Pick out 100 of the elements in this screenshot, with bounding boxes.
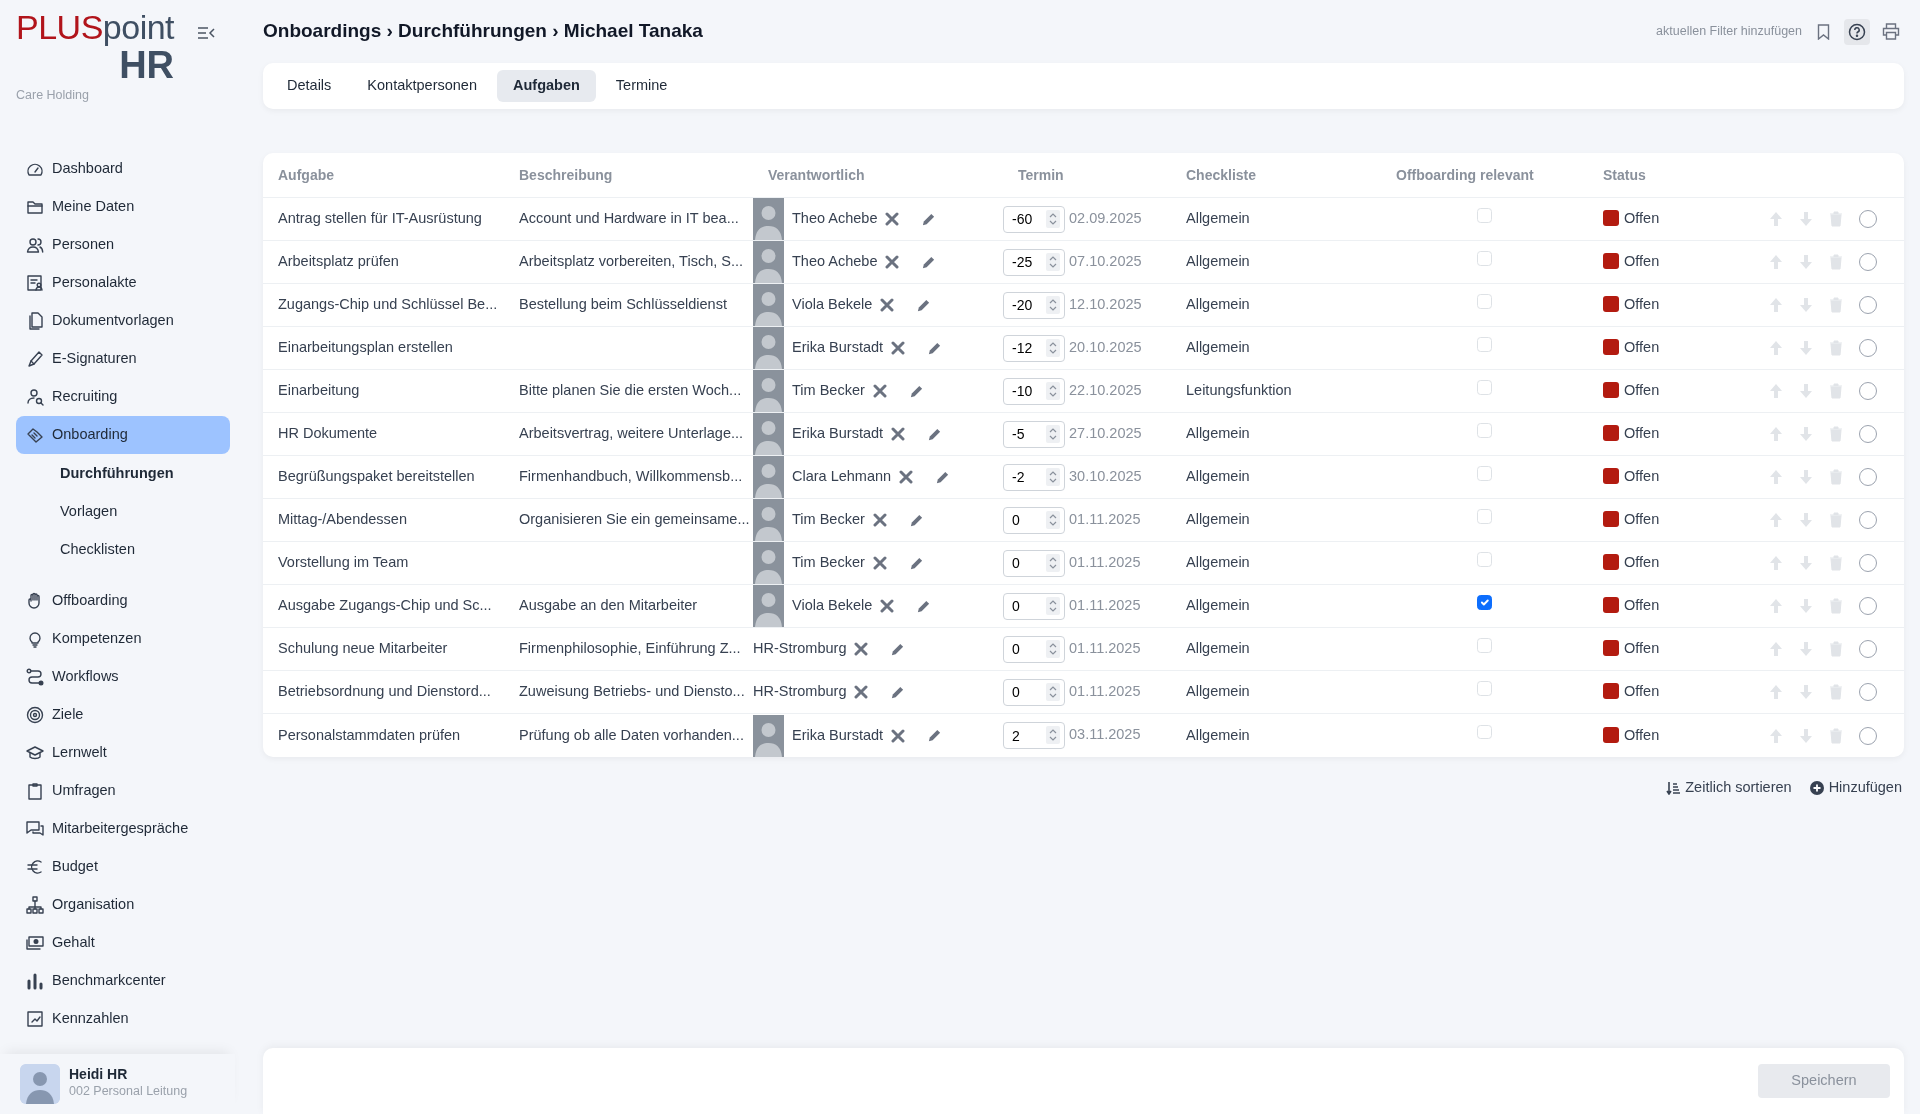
move-up-icon[interactable] bbox=[1769, 426, 1783, 443]
move-up-icon[interactable] bbox=[1769, 211, 1783, 228]
tab[interactable]: Termine bbox=[599, 70, 684, 102]
delete-icon[interactable] bbox=[1829, 297, 1843, 314]
move-down-icon[interactable] bbox=[1799, 598, 1813, 615]
pencil-icon[interactable] bbox=[908, 383, 924, 399]
move-up-icon[interactable] bbox=[1769, 641, 1783, 658]
move-down-icon[interactable] bbox=[1799, 512, 1813, 529]
row-radio[interactable] bbox=[1859, 554, 1877, 573]
move-up-icon[interactable] bbox=[1769, 383, 1783, 400]
sidebar-item[interactable]: Workflows bbox=[16, 658, 230, 696]
move-up-icon[interactable] bbox=[1769, 555, 1783, 572]
pencil-icon[interactable] bbox=[908, 512, 924, 528]
remove-icon[interactable] bbox=[891, 427, 906, 442]
pencil-icon[interactable] bbox=[921, 211, 937, 227]
remove-icon[interactable] bbox=[885, 255, 900, 270]
sidebar-item[interactable]: E-Signaturen bbox=[16, 340, 230, 378]
remove-icon[interactable] bbox=[872, 384, 887, 399]
sidebar-item[interactable]: Budget bbox=[16, 848, 230, 886]
move-up-icon[interactable] bbox=[1769, 297, 1783, 314]
sidebar-item[interactable]: Dokumentvorlagen bbox=[16, 302, 230, 340]
pencil-icon[interactable] bbox=[890, 641, 906, 657]
sidebar-item[interactable]: Onboarding bbox=[16, 416, 230, 454]
user-avatar[interactable] bbox=[20, 1064, 60, 1104]
move-down-icon[interactable] bbox=[1799, 641, 1813, 658]
remove-icon[interactable] bbox=[880, 298, 895, 313]
row-radio[interactable] bbox=[1859, 425, 1877, 444]
move-up-icon[interactable] bbox=[1769, 598, 1783, 615]
row-radio[interactable] bbox=[1859, 468, 1877, 487]
row-radio[interactable] bbox=[1859, 683, 1877, 702]
delete-icon[interactable] bbox=[1829, 211, 1843, 228]
sidebar-item[interactable]: Ziele bbox=[16, 696, 230, 734]
remove-icon[interactable] bbox=[854, 685, 869, 700]
sidebar-item[interactable]: Lernwelt bbox=[16, 734, 230, 772]
sidebar-item[interactable]: Personalakte bbox=[16, 264, 230, 302]
move-down-icon[interactable] bbox=[1799, 254, 1813, 271]
delete-icon[interactable] bbox=[1829, 641, 1843, 658]
remove-icon[interactable] bbox=[872, 556, 887, 571]
sidebar-item[interactable]: Recruiting bbox=[16, 378, 230, 416]
sidebar-item[interactable]: Kompetenzen bbox=[16, 620, 230, 658]
sidebar-item[interactable]: Offboarding bbox=[16, 582, 230, 620]
move-down-icon[interactable] bbox=[1799, 383, 1813, 400]
move-up-icon[interactable] bbox=[1769, 512, 1783, 529]
delete-icon[interactable] bbox=[1829, 684, 1843, 701]
delete-icon[interactable] bbox=[1829, 254, 1843, 271]
delete-icon[interactable] bbox=[1829, 383, 1843, 400]
spinner-icon[interactable] bbox=[1046, 726, 1060, 744]
row-radio[interactable] bbox=[1859, 296, 1877, 315]
sidebar-subitem[interactable]: Vorlagen bbox=[16, 492, 230, 530]
offboarding-checkbox[interactable] bbox=[1477, 595, 1492, 610]
remove-icon[interactable] bbox=[891, 341, 906, 356]
remove-icon[interactable] bbox=[872, 513, 887, 528]
move-down-icon[interactable] bbox=[1799, 684, 1813, 701]
delete-icon[interactable] bbox=[1829, 555, 1843, 572]
sidebar-item[interactable]: Umfragen bbox=[16, 772, 230, 810]
remove-icon[interactable] bbox=[880, 599, 895, 614]
move-down-icon[interactable] bbox=[1799, 426, 1813, 443]
sidebar-item[interactable]: Meine Daten bbox=[16, 188, 230, 226]
delete-icon[interactable] bbox=[1829, 426, 1843, 443]
row-radio[interactable] bbox=[1859, 511, 1877, 530]
sidebar-item[interactable]: Personen bbox=[16, 226, 230, 264]
move-down-icon[interactable] bbox=[1799, 555, 1813, 572]
row-radio[interactable] bbox=[1859, 210, 1877, 229]
move-down-icon[interactable] bbox=[1799, 727, 1813, 744]
move-down-icon[interactable] bbox=[1799, 340, 1813, 357]
pencil-icon[interactable] bbox=[908, 555, 924, 571]
move-up-icon[interactable] bbox=[1769, 340, 1783, 357]
tab[interactable]: Details bbox=[271, 70, 348, 102]
remove-icon[interactable] bbox=[891, 728, 906, 743]
pencil-icon[interactable] bbox=[927, 728, 943, 743]
row-radio[interactable] bbox=[1859, 253, 1877, 272]
move-down-icon[interactable] bbox=[1799, 469, 1813, 486]
delete-icon[interactable] bbox=[1829, 598, 1843, 615]
row-radio[interactable] bbox=[1859, 597, 1877, 616]
move-down-icon[interactable] bbox=[1799, 211, 1813, 228]
sidebar-item[interactable]: Benchmarkcenter bbox=[16, 962, 230, 1000]
delete-icon[interactable] bbox=[1829, 340, 1843, 357]
move-up-icon[interactable] bbox=[1769, 469, 1783, 486]
sidebar-item[interactable]: Mitarbeitergespräche bbox=[16, 810, 230, 848]
remove-icon[interactable] bbox=[899, 470, 914, 485]
delete-icon[interactable] bbox=[1829, 727, 1843, 744]
pencil-icon[interactable] bbox=[927, 340, 943, 356]
delete-icon[interactable] bbox=[1829, 512, 1843, 529]
sidebar-item[interactable]: Dashboard bbox=[16, 150, 230, 188]
remove-icon[interactable] bbox=[854, 642, 869, 657]
collapse-menu-icon[interactable] bbox=[197, 26, 215, 40]
tab[interactable]: Aufgaben bbox=[496, 70, 596, 102]
pencil-icon[interactable] bbox=[935, 469, 951, 485]
pencil-icon[interactable] bbox=[890, 684, 906, 700]
row-radio[interactable] bbox=[1859, 640, 1877, 659]
sidebar-item[interactable]: Gehalt bbox=[16, 924, 230, 962]
pencil-icon[interactable] bbox=[916, 297, 932, 313]
sidebar-item[interactable]: Organisation bbox=[16, 886, 230, 924]
move-down-icon[interactable] bbox=[1799, 297, 1813, 314]
row-radio[interactable] bbox=[1859, 726, 1877, 745]
sidebar-item[interactable]: Kennzahlen bbox=[16, 1000, 230, 1038]
move-up-icon[interactable] bbox=[1769, 254, 1783, 271]
delete-icon[interactable] bbox=[1829, 469, 1843, 486]
move-up-icon[interactable] bbox=[1769, 684, 1783, 701]
pencil-icon[interactable] bbox=[927, 426, 943, 442]
